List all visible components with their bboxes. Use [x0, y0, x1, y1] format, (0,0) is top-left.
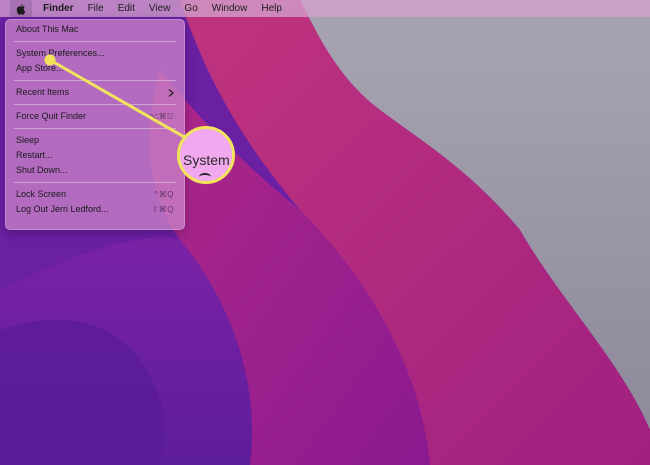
menu-item-force-quit[interactable]: Force Quit Finder ⌥⌘⎋: [6, 109, 184, 124]
magnified-text-fragment: [199, 173, 211, 181]
menu-item-label: Recent Items: [16, 87, 70, 97]
menu-separator: [14, 41, 176, 42]
menu-item-label: Log Out Jerri Ledford...: [16, 204, 109, 214]
apple-menu-button[interactable]: [10, 0, 32, 17]
menu-item-restart[interactable]: Restart...: [6, 148, 184, 163]
menu-item-log-out[interactable]: Log Out Jerri Ledford... ⇧⌘Q: [6, 202, 184, 217]
menu-separator: [14, 128, 176, 129]
menubar-go[interactable]: Go: [177, 0, 204, 17]
menubar-view[interactable]: View: [142, 0, 178, 17]
menu-item-sleep[interactable]: Sleep: [6, 133, 184, 148]
menu-item-about-this-mac[interactable]: About This Mac: [6, 22, 184, 37]
menubar-edit[interactable]: Edit: [111, 0, 142, 17]
menu-item-label: Lock Screen: [16, 189, 67, 199]
menu-bar: Finder File Edit View Go Window Help: [0, 0, 650, 17]
menu-item-label: About This Mac: [16, 24, 79, 34]
menubar-help[interactable]: Help: [254, 0, 289, 17]
menu-item-label: Force Quit Finder: [16, 111, 87, 121]
magnifier-callout: System: [177, 126, 235, 184]
menu-shortcut: ⇧⌘Q: [151, 205, 174, 214]
apple-logo-icon: [16, 3, 26, 15]
menu-item-lock-screen[interactable]: Lock Screen ^⌘Q: [6, 187, 184, 202]
apple-menu-dropdown: About This Mac System Preferences... App…: [5, 19, 185, 230]
menu-item-system-preferences[interactable]: System Preferences...: [6, 46, 184, 61]
menu-item-label: System Preferences...: [16, 48, 105, 58]
menu-separator: [14, 182, 176, 183]
menubar-window[interactable]: Window: [205, 0, 255, 17]
menu-item-shut-down[interactable]: Shut Down...: [6, 163, 184, 178]
menu-separator: [14, 104, 176, 105]
menubar-finder[interactable]: Finder: [36, 0, 81, 17]
menu-item-label: Shut Down...: [16, 165, 68, 175]
menu-separator: [14, 80, 176, 81]
magnified-text: System: [183, 152, 230, 168]
menu-item-app-store[interactable]: App Store...: [6, 61, 184, 76]
menu-item-label: Restart...: [16, 150, 53, 160]
menubar-file[interactable]: File: [81, 0, 111, 17]
menu-shortcut: ^⌘Q: [154, 190, 174, 199]
menu-item-label: App Store...: [16, 63, 64, 73]
menu-shortcut: ⌥⌘⎋: [148, 112, 174, 121]
menu-item-label: Sleep: [16, 135, 40, 145]
menu-item-recent-items[interactable]: Recent Items: [6, 85, 184, 100]
chevron-right-icon: [168, 88, 174, 97]
